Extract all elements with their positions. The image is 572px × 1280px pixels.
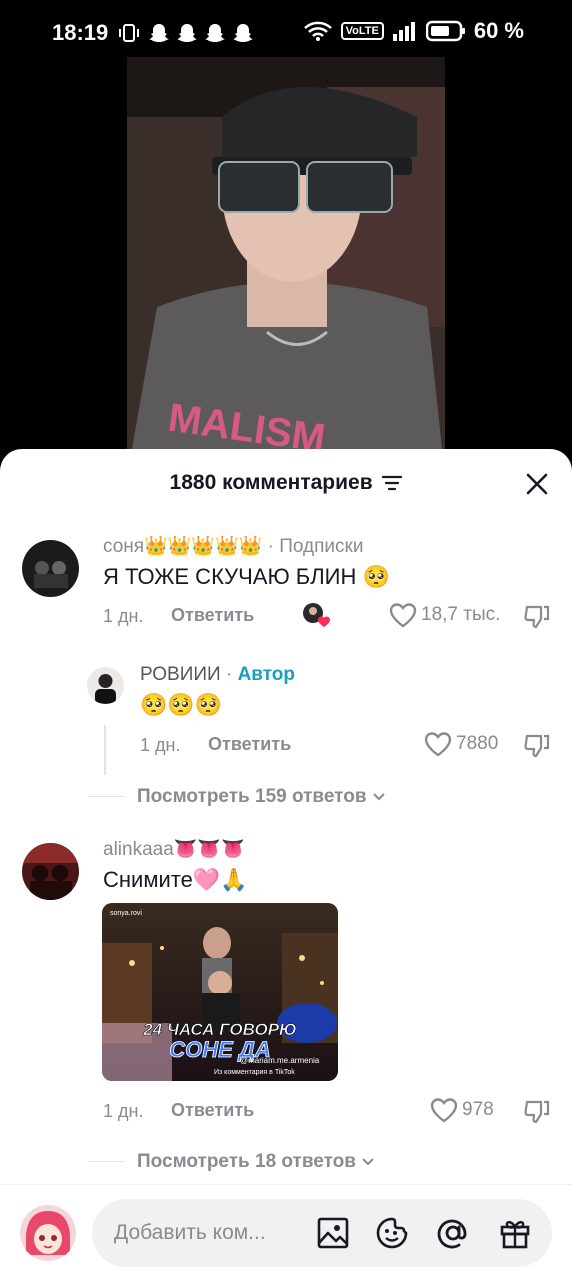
- view-replies-button[interactable]: Посмотреть 159 ответов: [137, 786, 386, 808]
- dislike-icon[interactable]: [523, 603, 551, 631]
- chevron-down-icon: [362, 1158, 374, 1166]
- avatar[interactable]: [87, 667, 124, 704]
- video-frame: MALISM: [127, 57, 445, 477]
- comment-input-bar: Добавить ком...: [0, 1184, 572, 1280]
- filter-icon[interactable]: [382, 475, 403, 491]
- like-button[interactable]: 18,7 тыс.: [389, 602, 500, 628]
- comment-time: 1 дн.: [103, 606, 144, 626]
- avatar[interactable]: [22, 540, 79, 597]
- thread-line: [104, 725, 106, 775]
- reply-button[interactable]: Ответить: [208, 734, 291, 755]
- like-count: 18,7 тыс.: [421, 604, 501, 625]
- snapchat-icon: [149, 24, 169, 42]
- like-count: 978: [462, 1099, 494, 1120]
- snapchat-icon: [177, 24, 197, 42]
- snapchat-icon: [233, 24, 253, 42]
- creator-liked-icon: [303, 603, 330, 627]
- comment-input-placeholder: Добавить ком...: [114, 1221, 266, 1244]
- comments-count-title: 1880 комментариев: [169, 471, 373, 494]
- divider: [88, 796, 124, 797]
- heart-icon: [430, 1098, 458, 1123]
- view-replies-label: Посмотреть 18 ответов: [137, 1151, 356, 1172]
- comments-sheet: 1880 комментариев соня👑👑👑👑👑 · Подписки Я…: [0, 449, 572, 1280]
- comment-text: Я ТОЖЕ СКУЧАЮ БЛИН 🥺: [103, 564, 390, 589]
- mention-icon[interactable]: [436, 1216, 470, 1250]
- comment-username[interactable]: alinkaaa👅👅👅: [103, 837, 245, 861]
- battery-icon: [425, 20, 465, 42]
- status-bar: 18:19 VoLTE 60 %: [0, 0, 572, 64]
- gif-handle: @mariam.me.armenia: [240, 1056, 320, 1065]
- following-tag: Подписки: [279, 536, 364, 557]
- reply-button[interactable]: Ответить: [171, 605, 254, 626]
- comment-gif[interactable]: sonya.rovi 24 ЧАСА ГОВОРЮ СОНЕ ДА @maria…: [102, 903, 338, 1081]
- like-count: 7880: [456, 733, 499, 754]
- my-avatar[interactable]: [20, 1205, 76, 1261]
- close-icon[interactable]: [522, 469, 552, 499]
- dislike-icon[interactable]: [523, 1098, 551, 1126]
- image-icon[interactable]: [316, 1216, 350, 1250]
- comments-header: 1880 комментариев: [0, 449, 572, 519]
- like-button[interactable]: 7880: [424, 731, 498, 757]
- battery-percent: 60 %: [473, 18, 524, 43]
- divider: [88, 1161, 124, 1162]
- heart-icon: [389, 603, 417, 628]
- like-button[interactable]: 978: [430, 1097, 494, 1123]
- emoji-icon[interactable]: [375, 1216, 409, 1250]
- dislike-icon[interactable]: [523, 732, 551, 760]
- comment-time: 1 дн.: [140, 735, 181, 755]
- gif-caption: Из комментария в TikTok: [214, 1069, 295, 1076]
- comment-time: 1 дн.: [103, 1101, 144, 1121]
- comment-username[interactable]: соня👑👑👑👑👑: [103, 536, 262, 557]
- vibrate-icon: [119, 24, 139, 42]
- wifi-icon: [303, 21, 332, 41]
- author-badge: Автор: [237, 664, 295, 685]
- view-replies-button[interactable]: Посмотреть 18 ответов: [137, 1151, 375, 1173]
- comment-text: 🥺🥺🥺: [140, 692, 223, 717]
- volte-badge: VoLTE: [340, 22, 384, 40]
- snapchat-notifications: [148, 22, 254, 44]
- heart-icon: [424, 732, 452, 757]
- comment-username[interactable]: РОВИИИ: [140, 664, 221, 685]
- comment-text: Снимите🩷🙏: [103, 867, 248, 892]
- video-preview[interactable]: MALISM: [127, 57, 445, 477]
- chevron-down-icon: [373, 793, 385, 801]
- gift-icon[interactable]: [498, 1216, 532, 1250]
- status-time: 18:19: [52, 20, 109, 45]
- reply-button[interactable]: Ответить: [171, 1100, 254, 1121]
- avatar[interactable]: [22, 843, 79, 900]
- view-replies-label: Посмотреть 159 ответов: [137, 786, 367, 807]
- comment-input[interactable]: Добавить ком...: [92, 1199, 552, 1267]
- gif-account: sonya.rovi: [110, 910, 142, 917]
- snapchat-icon: [205, 24, 225, 42]
- signal-icon: [392, 22, 415, 41]
